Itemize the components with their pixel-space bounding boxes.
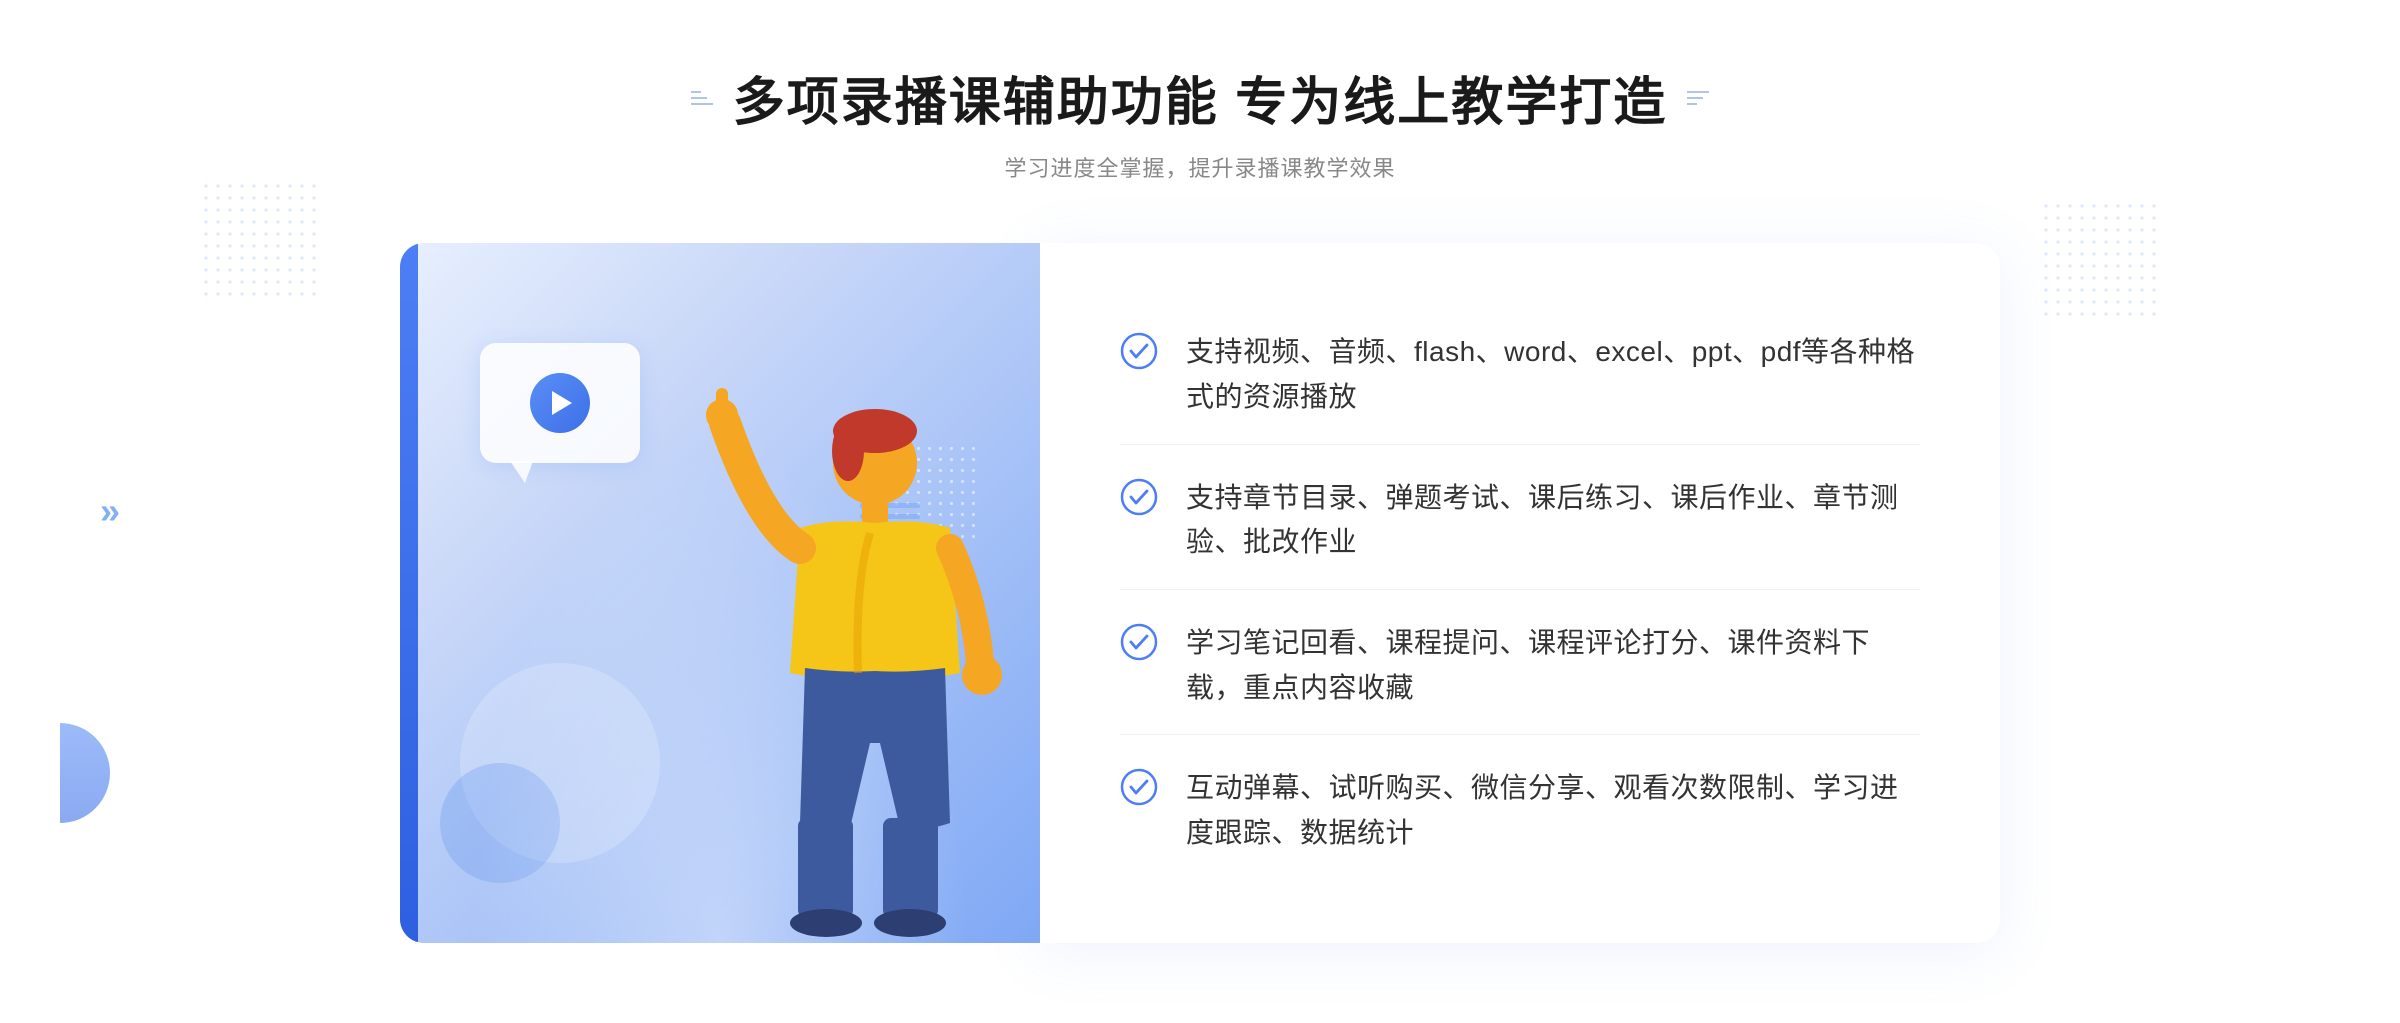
dots-decoration-right [2040,200,2160,320]
play-icon [530,373,590,433]
feature-item-2: 支持章节目录、弹题考试、课后练习、课后作业、章节测验、批改作业 [1120,452,1920,591]
dots-decoration-left [200,180,320,300]
decorator-line-5 [1687,97,1703,99]
feature-item-1: 支持视频、音频、flash、word、excel、ppt、pdf等各种格式的资源… [1120,306,1920,445]
features-area: 支持视频、音频、flash、word、excel、ppt、pdf等各种格式的资源… [1040,243,2000,943]
main-title: 多项录播课辅助功能 专为线上教学打造 [733,60,1667,135]
check-icon-2 [1120,478,1158,516]
feature-item-4: 互动弹幕、试听购买、微信分享、观看次数限制、学习进度跟踪、数据统计 [1120,742,1920,880]
semi-circle-decoration [60,723,110,823]
decorator-line-3 [691,103,713,105]
play-triangle [552,391,572,415]
check-icon-4 [1120,768,1158,806]
arrow-left-decoration: » [100,490,120,532]
check-icon-3 [1120,623,1158,661]
feature-item-3: 学习笔记回看、课程提问、课程评论打分、课件资料下载，重点内容收藏 [1120,597,1920,736]
left-decorator [691,91,713,105]
feature-text-1: 支持视频、音频、flash、word、excel、ppt、pdf等各种格式的资源… [1186,330,1920,420]
header-section: 多项录播课辅助功能 专为线上教学打造 学习进度全掌握，提升录播课教学效果 [691,60,1709,183]
subtitle: 学习进度全掌握，提升录播课教学效果 [691,151,1709,183]
check-icon-1 [1120,332,1158,370]
page-container: » 多项录播课辅助功能 专为线上教学打造 学习进度全掌握，提升录播课教学效果 [0,0,2400,1023]
feature-text-4: 互动弹幕、试听购买、微信分享、观看次数限制、学习进度跟踪、数据统计 [1186,766,1920,856]
illustration-area [400,243,1040,943]
decorator-line-6 [1687,103,1697,105]
feature-text-2: 支持章节目录、弹题考试、课后练习、课后作业、章节测验、批改作业 [1186,476,1920,566]
blue-accent-bar [400,243,418,943]
decorator-line-1 [691,91,701,93]
main-content: 支持视频、音频、flash、word、excel、ppt、pdf等各种格式的资源… [400,243,2000,943]
person-figure [630,363,1010,943]
decorator-line-2 [691,97,707,99]
header-decorators: 多项录播课辅助功能 专为线上教学打造 [691,60,1709,135]
feature-text-3: 学习笔记回看、课程提问、课程评论打分、课件资料下载，重点内容收藏 [1186,621,1920,711]
right-decorator [1687,91,1709,105]
decorator-line-4 [1687,91,1709,93]
